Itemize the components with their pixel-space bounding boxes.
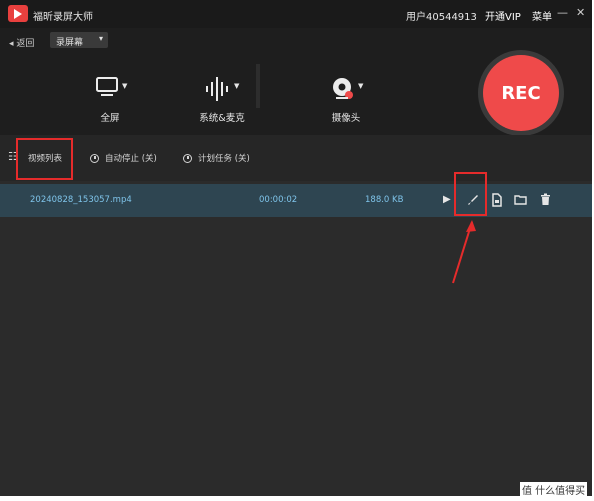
annotation-arrow [452, 220, 476, 284]
app-window: 福昕录屏大师 用户40544913 开通VIP 菜单 — ✕ ◂ 返回 录屏幕 … [0, 0, 592, 496]
watermark: 值 什么值得买 [520, 482, 588, 497]
